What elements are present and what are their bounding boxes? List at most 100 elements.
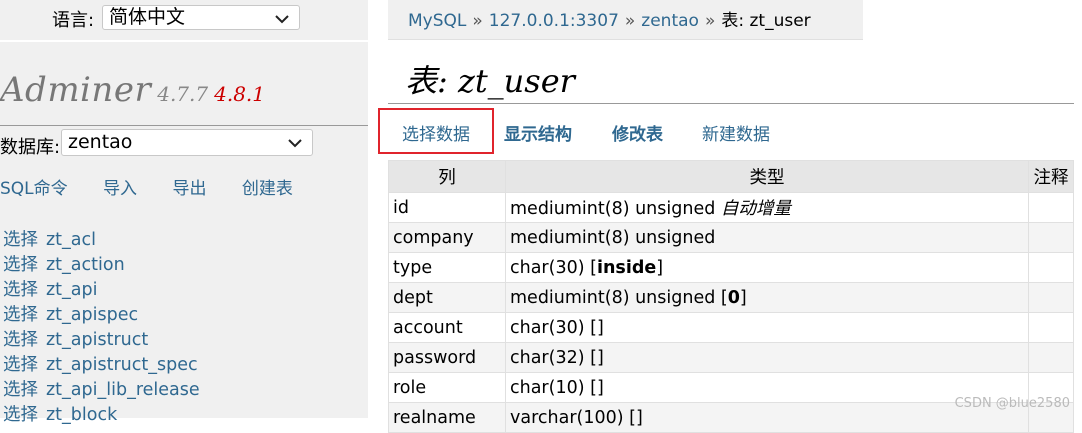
breadcrumb-separator: » <box>624 11 636 31</box>
column-name: type <box>388 252 506 283</box>
table-header-row: 列 类型 注释 <box>388 160 1074 193</box>
table-row: id mediumint(8) unsigned 自动增量 <box>388 192 1074 223</box>
create-table-link[interactable]: 创建表 <box>242 179 293 199</box>
column-name: password <box>388 342 506 373</box>
column-comment <box>1028 282 1074 313</box>
logo-new-version[interactable]: 4.8.1 <box>214 82 265 106</box>
select-link[interactable]: 选择 <box>3 280 38 300</box>
type-text: char(30) [] <box>510 317 604 338</box>
watermark: CSDN @blue2580 <box>954 396 1070 411</box>
logo-name: Adminer <box>0 70 152 110</box>
database-select-value: zentao <box>68 131 133 153</box>
breadcrumb-server-type[interactable]: MySQL <box>408 11 466 31</box>
adminer-logo[interactable]: Adminer 4.7.7 4.8.1 <box>0 70 265 110</box>
extra-text: 自动增量 <box>720 199 791 219</box>
sidebar: 语言: 简体中文 Adminer 4.7.7 4.8.1 数据库: zentao S… <box>0 0 368 425</box>
table-row: type char(30) [inside] <box>388 252 1074 283</box>
default-value: inside <box>596 257 657 278</box>
type-text: mediumint(8) unsigned <box>510 199 716 219</box>
logo-version: 4.7.7 <box>157 82 209 106</box>
language-row: 语言: 简体中文 <box>0 0 368 40</box>
column-header-comment: 注释 <box>1028 160 1074 193</box>
chevron-down-icon <box>275 15 289 24</box>
table-row: dept mediumint(8) unsigned [0] <box>388 282 1074 313</box>
bracket-close: ] <box>656 257 664 278</box>
table-list-item: 选择 zt_apistruct <box>3 328 200 353</box>
column-comment <box>1028 222 1074 253</box>
select-link[interactable]: 选择 <box>3 230 38 250</box>
database-label: 数据库: <box>0 137 61 158</box>
show-structure-link[interactable]: 显示结构 <box>504 120 572 145</box>
divider <box>0 40 368 42</box>
select-link[interactable]: 选择 <box>3 405 38 425</box>
type-text: mediumint(8) unsigned <box>510 227 716 248</box>
select-link[interactable]: 选择 <box>3 255 38 275</box>
column-name: id <box>388 192 506 223</box>
type-text: char(10) [] <box>510 377 604 398</box>
column-type: char(30) [inside] <box>505 252 1029 283</box>
table-list-item: 选择 zt_apispec <box>3 303 200 328</box>
table-row: password char(32) [] <box>388 342 1074 373</box>
chevron-down-icon <box>288 139 302 148</box>
table-link[interactable]: zt_action <box>46 255 125 275</box>
column-type: char(30) [] <box>505 312 1029 343</box>
column-header-type: 类型 <box>505 160 1029 193</box>
type-text: char(32) [] <box>510 347 604 368</box>
language-select[interactable]: 简体中文 <box>102 5 300 30</box>
select-link[interactable]: 选择 <box>3 330 38 350</box>
select-link[interactable]: 选择 <box>3 355 38 375</box>
structure-table: 列 类型 注释 id mediumint(8) unsigned 自动增量 co… <box>388 160 1074 433</box>
breadcrumb-separator: » <box>472 11 483 31</box>
table-list-item: 选择 zt_apistruct_spec <box>3 353 200 378</box>
alter-table-link[interactable]: 修改表 <box>612 120 663 145</box>
table-link[interactable]: zt_api_lib_release <box>46 380 200 400</box>
column-header-column: 列 <box>388 160 506 193</box>
table-link[interactable]: zt_apispec <box>46 305 138 325</box>
language-label: 语言: <box>52 10 95 31</box>
table-row: account char(30) [] <box>388 312 1074 343</box>
table-list: 选择 zt_acl 选择 zt_action 选择 zt_api 选择 zt_apisp… <box>3 228 200 428</box>
table-link[interactable]: zt_block <box>46 405 117 425</box>
table-link[interactable]: zt_api <box>46 280 98 300</box>
breadcrumb-database[interactable]: zentao <box>641 11 699 31</box>
column-type: char(32) [] <box>505 342 1029 373</box>
divider <box>0 125 368 126</box>
column-type: mediumint(8) unsigned [0] <box>505 282 1029 313</box>
breadcrumb-host[interactable]: 127.0.0.1:3307 <box>489 11 619 31</box>
export-link[interactable]: 导出 <box>172 179 206 199</box>
import-link[interactable]: 导入 <box>103 179 137 199</box>
table-list-item: 选择 zt_action <box>3 253 200 278</box>
language-select-value: 简体中文 <box>109 6 186 28</box>
column-name: company <box>388 222 506 253</box>
column-comment <box>1028 342 1074 373</box>
bracket-close: ] <box>739 287 747 308</box>
database-select[interactable]: zentao <box>61 129 313 156</box>
column-type: mediumint(8) unsigned 自动增量 <box>505 192 1029 223</box>
table-list-item: 选择 zt_acl <box>3 228 200 253</box>
column-name: role <box>388 372 506 403</box>
table-link[interactable]: zt_apistruct_spec <box>46 355 198 375</box>
column-comment <box>1028 192 1074 223</box>
new-item-link[interactable]: 新建数据 <box>702 120 770 145</box>
page-title: 表: zt_user <box>405 62 575 100</box>
select-data-link[interactable]: 选择数据 <box>378 108 494 154</box>
type-text: char(30) [ <box>510 257 597 278</box>
column-comment <box>1028 312 1074 343</box>
table-list-item: 选择 zt_api_lib_release <box>3 378 200 403</box>
column-name: dept <box>388 282 506 313</box>
breadcrumb-separator: » <box>704 11 716 31</box>
type-text: mediumint(8) unsigned [ <box>510 287 728 308</box>
breadcrumb: MySQL» 127.0.0.1:3307» zentao» 表: zt_user <box>388 0 863 40</box>
column-comment <box>1028 252 1074 283</box>
select-link[interactable]: 选择 <box>3 305 38 325</box>
breadcrumb-current: 表: zt_user <box>721 11 811 31</box>
sidebar-links: SQL命令 导入 导出 创建表 <box>0 174 323 199</box>
sql-command-link[interactable]: SQL命令 <box>0 179 68 199</box>
table-link[interactable]: zt_acl <box>46 230 96 250</box>
select-link[interactable]: 选择 <box>3 380 38 400</box>
default-value: 0 <box>727 287 740 308</box>
column-type: char(10) [] <box>505 372 1029 403</box>
column-name: account <box>388 312 506 343</box>
table-list-item: 选择 zt_api <box>3 278 200 303</box>
table-link[interactable]: zt_apistruct <box>46 330 148 350</box>
